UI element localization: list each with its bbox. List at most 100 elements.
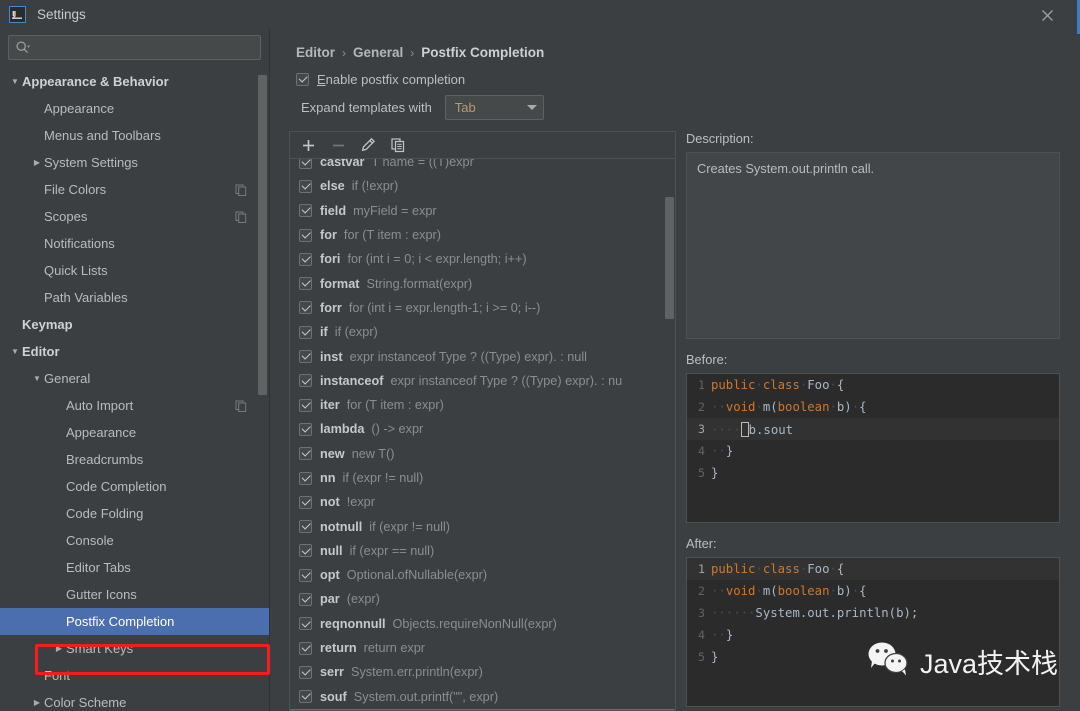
sidebar-item-editor[interactable]: ▼ Editor	[0, 338, 269, 365]
enable-postfix-completion-row[interactable]: Enable postfix completion	[289, 72, 1060, 87]
template-row[interactable]: soutSystem.out.println(expr)	[290, 708, 675, 710]
template-enabled-checkbox[interactable]	[299, 520, 312, 534]
sidebar-item-appearance[interactable]: Appearance	[0, 419, 269, 446]
sidebar-item-breadcrumbs[interactable]: Breadcrumbs	[0, 446, 269, 473]
sidebar-item-scopes[interactable]: Scopes	[0, 203, 269, 230]
chevron-down-icon[interactable]: ▼	[8, 347, 22, 356]
template-row[interactable]: lambda () -> expr	[290, 417, 675, 441]
template-row[interactable]: field myField = expr	[290, 199, 675, 223]
template-enabled-checkbox[interactable]	[299, 471, 312, 485]
chevron-down-icon[interactable]: ▼	[30, 374, 44, 383]
template-enabled-checkbox[interactable]	[299, 204, 312, 218]
settings-main-panel: Editor › General › Postfix Completion En…	[270, 29, 1080, 711]
enable-postfix-completion-checkbox[interactable]	[296, 73, 309, 86]
sidebar-item-font[interactable]: Font	[0, 662, 269, 689]
template-enabled-checkbox[interactable]	[299, 447, 312, 461]
template-enabled-checkbox[interactable]	[299, 690, 312, 704]
template-row[interactable]: serr System.err.println(expr)	[290, 660, 675, 684]
template-row[interactable]: format String.format(expr)	[290, 271, 675, 295]
settings-tree[interactable]: ▼ Appearance & Behavior Appearance Menus an…	[0, 65, 269, 711]
template-enabled-checkbox[interactable]	[299, 495, 312, 509]
sidebar-item-code-completion[interactable]: Code Completion	[0, 473, 269, 500]
template-enabled-checkbox[interactable]	[299, 159, 312, 169]
add-button[interactable]	[296, 134, 320, 156]
template-enabled-checkbox[interactable]	[299, 641, 312, 655]
sidebar-item-gutter-icons[interactable]: Gutter Icons	[0, 581, 269, 608]
sidebar-item-system-settings[interactable]: ▶ System Settings	[0, 149, 269, 176]
template-row[interactable]: opt Optional.ofNullable(expr)	[290, 563, 675, 587]
template-enabled-checkbox[interactable]	[299, 179, 312, 193]
template-enabled-checkbox[interactable]	[299, 592, 312, 606]
template-row[interactable]: else if (!expr)	[290, 174, 675, 198]
template-row[interactable]: forr for (int i = expr.length-1; i >= 0; …	[290, 296, 675, 320]
template-enabled-checkbox[interactable]	[299, 374, 312, 388]
search-box[interactable]	[8, 35, 261, 60]
template-row[interactable]: for for (T item : expr)	[290, 223, 675, 247]
templates-scrollbar-thumb[interactable]	[665, 197, 674, 319]
template-enabled-checkbox[interactable]	[299, 325, 312, 339]
sidebar-item-appearance[interactable]: Appearance	[0, 95, 269, 122]
template-key: forr	[320, 300, 342, 315]
sidebar-item-general[interactable]: ▼ General	[0, 365, 269, 392]
template-row[interactable]: souf System.out.printf("", expr)	[290, 685, 675, 709]
template-enabled-checkbox[interactable]	[299, 277, 312, 291]
sidebar-item-auto-import[interactable]: Auto Import	[0, 392, 269, 419]
sidebar-item-console[interactable]: Console	[0, 527, 269, 554]
template-enabled-checkbox[interactable]	[299, 252, 312, 266]
template-row[interactable]: notnull if (expr != null)	[290, 514, 675, 538]
sidebar-item-file-colors[interactable]: File Colors	[0, 176, 269, 203]
template-enabled-checkbox[interactable]	[299, 617, 312, 631]
template-row[interactable]: castvar T name = ((T)expr	[290, 159, 675, 174]
template-row[interactable]: new new T()	[290, 442, 675, 466]
chevron-right-icon[interactable]: ▶	[30, 698, 44, 707]
template-enabled-checkbox[interactable]	[299, 544, 312, 558]
template-row[interactable]: reqnonnull Objects.requireNonNull(expr)	[290, 612, 675, 636]
sidebar-item-color-scheme[interactable]: ▶ Color Scheme	[0, 689, 269, 711]
sidebar-item-code-folding[interactable]: Code Folding	[0, 500, 269, 527]
sidebar-item-label: Path Variables	[44, 290, 128, 305]
sidebar-item-keymap[interactable]: Keymap	[0, 311, 269, 338]
sidebar-item-path-variables[interactable]: Path Variables	[0, 284, 269, 311]
template-row[interactable]: instanceof expr instanceof Type ? ((Type)…	[290, 369, 675, 393]
template-enabled-checkbox[interactable]	[299, 422, 312, 436]
search-input[interactable]	[33, 40, 254, 55]
copy-button[interactable]	[386, 134, 410, 156]
template-enabled-checkbox[interactable]	[299, 350, 312, 364]
template-key: fori	[320, 252, 341, 267]
template-row[interactable]: null if (expr == null)	[290, 539, 675, 563]
template-row[interactable]: fori for (int i = 0; i < expr.length; i++…	[290, 247, 675, 271]
sidebar-item-menus-and-toolbars[interactable]: Menus and Toolbars	[0, 122, 269, 149]
close-icon[interactable]	[1036, 4, 1058, 26]
template-enabled-checkbox[interactable]	[299, 228, 312, 242]
template-row[interactable]: par (expr)	[290, 587, 675, 611]
line-number: 5	[698, 466, 705, 480]
sidebar-item-appearance-behavior[interactable]: ▼ Appearance & Behavior	[0, 68, 269, 95]
chevron-down-icon[interactable]: ▼	[8, 77, 22, 86]
template-enabled-checkbox[interactable]	[299, 568, 312, 582]
template-row[interactable]: return return expr	[290, 636, 675, 660]
templates-list[interactable]: castvar T name = ((T)expr else if (!expr) fi…	[289, 158, 676, 711]
sidebar-item-smart-keys[interactable]: ▶ Smart Keys	[0, 635, 269, 662]
template-row[interactable]: inst expr instanceof Type ? ((Type) expr)…	[290, 344, 675, 368]
template-enabled-checkbox[interactable]	[299, 665, 312, 679]
expand-templates-select[interactable]: Tab	[444, 95, 544, 120]
template-enabled-checkbox[interactable]	[299, 398, 312, 412]
template-description: System.err.println(expr)	[351, 665, 483, 680]
breadcrumb-item-general[interactable]: General	[353, 45, 403, 60]
sidebar-item-postfix-completion[interactable]: Postfix Completion	[0, 608, 269, 635]
sidebar-item-quick-lists[interactable]: Quick Lists	[0, 257, 269, 284]
template-row[interactable]: iter for (T item : expr)	[290, 393, 675, 417]
chevron-right-icon[interactable]: ▶	[52, 644, 66, 653]
sidebar-item-editor-tabs[interactable]: Editor Tabs	[0, 554, 269, 581]
chevron-right-icon[interactable]: ▶	[30, 158, 44, 167]
template-row[interactable]: nn if (expr != null)	[290, 466, 675, 490]
template-enabled-checkbox[interactable]	[299, 301, 312, 315]
template-row[interactable]: if if (expr)	[290, 320, 675, 344]
sidebar-item-label: Keymap	[22, 317, 73, 332]
sidebar-item-notifications[interactable]: Notifications	[0, 230, 269, 257]
template-row[interactable]: not !expr	[290, 490, 675, 514]
content-split: castvar T name = ((T)expr else if (!expr) fi…	[289, 131, 1060, 711]
template-key: iter	[320, 398, 340, 413]
edit-button[interactable]	[356, 134, 380, 156]
breadcrumb-item-editor[interactable]: Editor	[296, 45, 335, 60]
